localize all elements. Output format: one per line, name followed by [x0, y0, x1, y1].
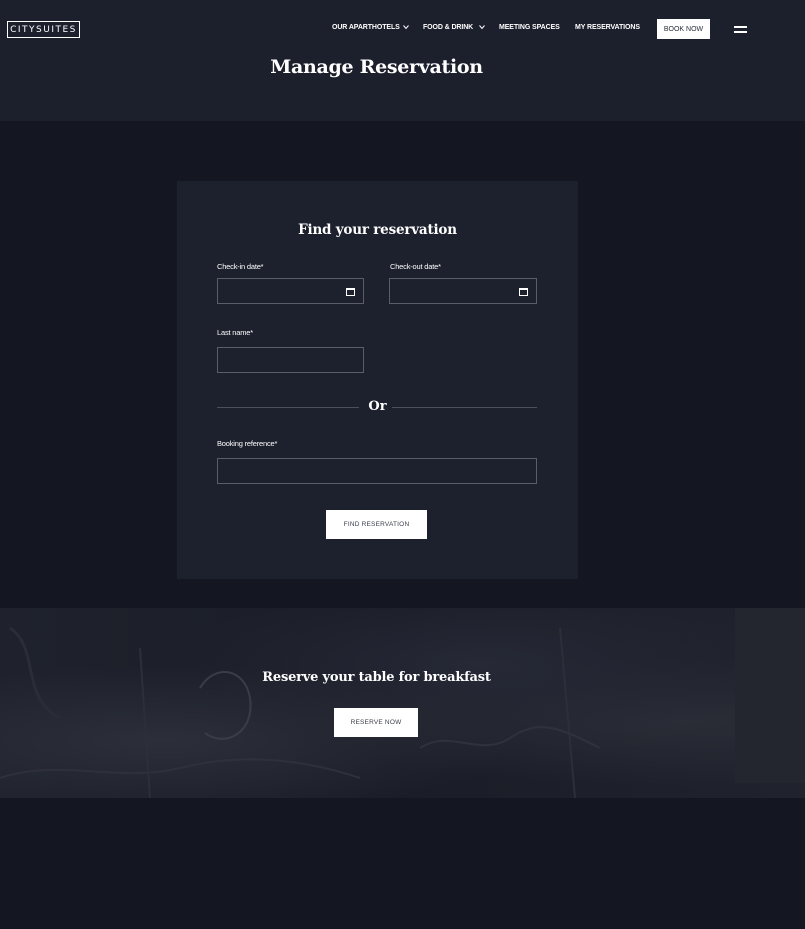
lastname-input[interactable]	[217, 347, 364, 373]
banner-background-image	[0, 608, 805, 798]
calendar-icon[interactable]	[346, 288, 355, 296]
banner-title: Reserve your table for breakfast	[262, 670, 491, 685]
booking-reference-input[interactable]	[217, 458, 537, 484]
checkout-label: Check-out date*	[390, 262, 441, 271]
checkin-date-input[interactable]	[217, 278, 364, 304]
nav-meeting-spaces[interactable]: MEETING SPACES	[499, 24, 560, 31]
nav-our-aparthotels[interactable]: OUR APARTHOTELS	[332, 24, 400, 31]
citysuites-logo[interactable]: CITYSUITES	[7, 21, 80, 38]
form-title: Find your reservation	[298, 222, 457, 238]
lastname-label: Last name*	[217, 328, 253, 337]
find-reservation-button[interactable]: FIND RESERVATION	[326, 510, 427, 539]
site-header: CITYSUITES OUR APARTHOTELS FOOD & DRINK …	[0, 0, 805, 121]
checkin-label: Check-in date*	[217, 262, 264, 271]
chevron-down-icon[interactable]	[478, 23, 486, 31]
breakfast-banner: Reserve your table for breakfast RESERVE…	[0, 608, 805, 798]
divider-right	[392, 407, 537, 408]
find-reservation-card: Find your reservation Check-in date* Che…	[177, 181, 578, 579]
page-title: Manage Reservation	[270, 56, 483, 78]
hamburger-icon[interactable]	[734, 26, 748, 34]
booking-reference-label: Booking reference*	[217, 439, 278, 448]
chevron-down-icon[interactable]	[402, 23, 410, 31]
nav-my-reservations[interactable]: MY RESERVATIONS	[575, 24, 640, 31]
reserve-now-button[interactable]: RESERVE NOW	[334, 708, 418, 737]
book-now-button[interactable]: BOOK NOW	[657, 19, 710, 39]
calendar-icon[interactable]	[519, 288, 528, 296]
checkout-date-input[interactable]	[389, 278, 537, 304]
nav-food-drink[interactable]: FOOD & DRINK	[423, 24, 473, 31]
